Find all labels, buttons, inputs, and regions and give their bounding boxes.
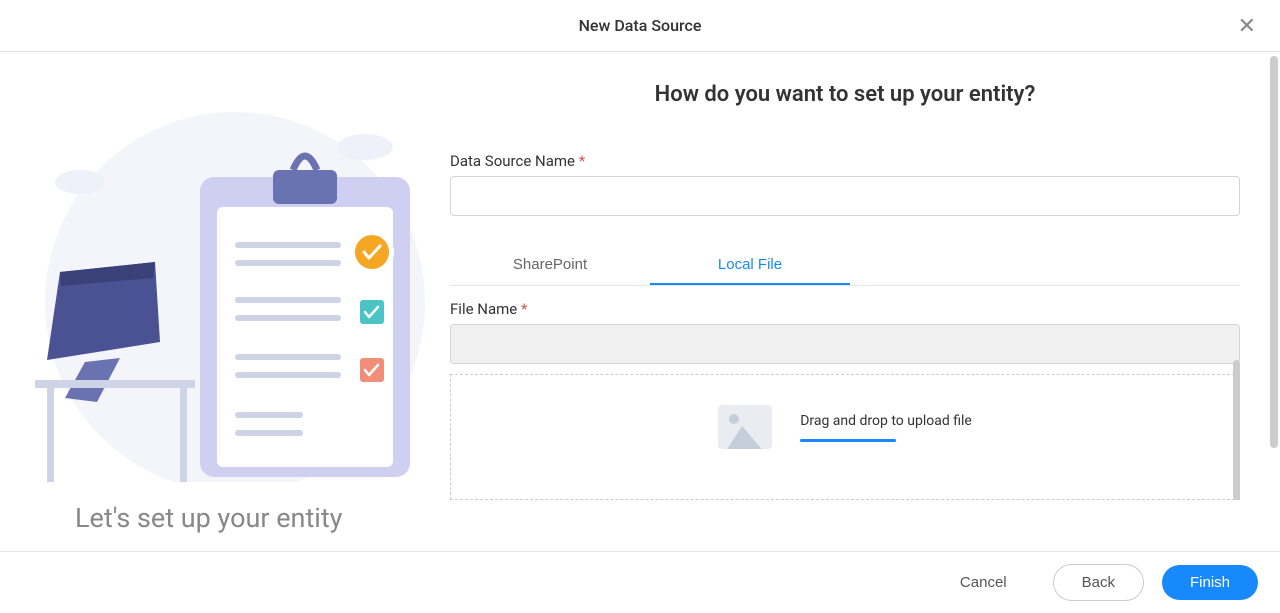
file-dropzone[interactable]: Drag and drop to upload file — [450, 374, 1240, 500]
cancel-button[interactable]: Cancel — [932, 565, 1035, 600]
modal-body: Let's set up your entity How do you want… — [0, 52, 1280, 552]
outer-scrollbar-thumb[interactable] — [1270, 56, 1278, 448]
right-panel: How do you want to set up your entity? D… — [450, 52, 1280, 532]
close-icon: ✕ — [1238, 13, 1256, 38]
tab-local-file[interactable]: Local File — [650, 246, 850, 285]
required-asterisk: * — [579, 152, 585, 170]
left-caption: Let's set up your entity — [20, 502, 342, 534]
dropzone-underline — [800, 439, 896, 442]
inner-scrollbar-thumb[interactable] — [1233, 360, 1240, 500]
image-placeholder-icon — [718, 405, 772, 449]
data-source-name-label: Data Source Name * — [450, 152, 1240, 170]
back-button[interactable]: Back — [1053, 564, 1144, 601]
modal-header: New Data Source ✕ — [0, 0, 1280, 52]
source-tabs: SharePoint Local File — [450, 246, 1240, 286]
finish-button[interactable]: Finish — [1162, 565, 1258, 600]
tab-sharepoint[interactable]: SharePoint — [450, 246, 650, 285]
file-name-input[interactable] — [450, 324, 1240, 364]
modal-footer: Cancel Back Finish — [0, 551, 1280, 613]
required-asterisk: * — [521, 300, 527, 318]
modal-title: New Data Source — [579, 16, 702, 35]
dropzone-right: Drag and drop to upload file — [800, 413, 972, 442]
setup-heading: How do you want to set up your entity? — [450, 82, 1240, 107]
clipboard-illustration — [25, 62, 425, 482]
dropzone-text: Drag and drop to upload file — [800, 413, 972, 429]
close-button[interactable]: ✕ — [1230, 9, 1264, 43]
data-source-name-input[interactable] — [450, 176, 1240, 216]
left-panel: Let's set up your entity — [0, 52, 450, 552]
data-source-name-group: Data Source Name * — [450, 152, 1240, 216]
file-name-label-text: File Name — [450, 300, 517, 318]
data-source-name-label-text: Data Source Name — [450, 152, 575, 170]
local-file-tab-content: File Name * Drag and drop to upload file — [450, 294, 1240, 500]
file-name-label: File Name * — [450, 300, 1240, 318]
